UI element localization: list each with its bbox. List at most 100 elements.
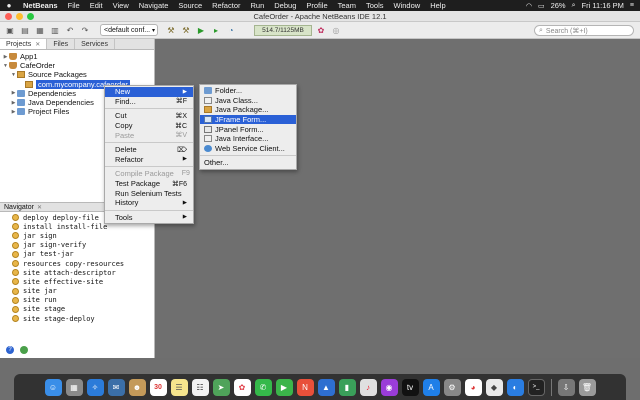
undo-icon[interactable]: ↶	[64, 24, 76, 36]
search-input[interactable]: ⌕ Search (⌘+I)	[534, 25, 634, 36]
launchpad-icon[interactable]: ▦	[65, 378, 83, 396]
maps-icon[interactable]: ➤	[212, 378, 230, 396]
calendar-icon[interactable]: 30	[149, 378, 167, 396]
contacts-icon[interactable]: ☻	[128, 378, 146, 396]
spotlight-icon[interactable]: ⌕	[572, 2, 576, 10]
expand-arrow-icon[interactable]: ▶	[10, 100, 17, 106]
configuration-select[interactable]: <default conf... ▾	[100, 24, 158, 36]
collapse-arrow-icon[interactable]: ▼	[10, 72, 17, 78]
menu-edit[interactable]: Edit	[85, 1, 108, 10]
notes-icon[interactable]: ☰	[170, 378, 188, 396]
menu-item-tools[interactable]: Tools ▶	[105, 213, 193, 223]
keynote-icon[interactable]: ▲	[317, 378, 335, 396]
menu-item-copy[interactable]: Copy ⌘C	[105, 121, 193, 131]
list-item[interactable]: site stage-deploy	[0, 314, 154, 323]
open-project-icon[interactable]: ▦	[34, 24, 46, 36]
menu-item-jframe-form[interactable]: JFrame Form...	[200, 114, 296, 125]
battery-icon[interactable]: ▭	[538, 2, 545, 10]
memory-indicator[interactable]: 514.7/1125MB	[254, 24, 312, 36]
expand-arrow-icon[interactable]: ▶	[10, 90, 17, 96]
menu-item-java-package[interactable]: Java Package...	[200, 105, 296, 115]
menu-item-find[interactable]: Find... ⌘F	[105, 97, 193, 107]
close-icon[interactable]: ✕	[35, 41, 40, 48]
close-window-icon[interactable]	[5, 13, 12, 20]
downloads-icon[interactable]: ⇩	[557, 378, 575, 396]
messages-icon[interactable]: ✆	[254, 378, 272, 396]
close-icon[interactable]: ✕	[37, 204, 42, 211]
list-item[interactable]: jar test-jar	[0, 250, 154, 259]
run-icon[interactable]: ▶	[195, 24, 207, 36]
menu-item-test-package[interactable]: Test Package ⌘F6	[105, 179, 193, 189]
expand-arrow-icon[interactable]: ▶	[10, 109, 17, 115]
menu-item-cut[interactable]: Cut ⌘X	[105, 111, 193, 121]
menu-item-refactor[interactable]: Refactor ▶	[105, 155, 193, 165]
terminal-icon[interactable]: >_	[527, 378, 545, 396]
control-center-icon[interactable]: ≡	[630, 2, 634, 9]
list-item[interactable]: site stage	[0, 305, 154, 314]
menu-item-other[interactable]: Other...	[200, 158, 296, 168]
help-icon[interactable]: ?	[6, 346, 14, 354]
apple-icon[interactable]: ●	[0, 1, 18, 10]
menu-item-folder[interactable]: Folder...	[200, 86, 296, 96]
tab-projects[interactable]: Projects ✕	[0, 39, 48, 49]
menu-window[interactable]: Window	[389, 1, 426, 10]
facetime-icon[interactable]: ▶	[275, 378, 293, 396]
menu-profile[interactable]: Profile	[301, 1, 332, 10]
finder-icon[interactable]: ☺	[44, 378, 62, 396]
list-item[interactable]: jar sign	[0, 231, 154, 240]
gc-icon[interactable]: ✿	[315, 24, 327, 36]
expand-arrow-icon[interactable]: ▶	[2, 54, 9, 60]
tab-services[interactable]: Services	[75, 39, 115, 49]
save-all-icon[interactable]: ▥	[49, 24, 61, 36]
new-project-icon[interactable]: ▣	[4, 24, 16, 36]
profile-ide-icon[interactable]: ◎	[330, 24, 342, 36]
list-item[interactable]: site attach-descriptor	[0, 268, 154, 277]
list-item[interactable]: site jar	[0, 287, 154, 296]
menu-item-web-service-client[interactable]: Web Service Client...	[200, 144, 296, 154]
chrome-icon[interactable]: ◕	[464, 378, 482, 396]
tree-node-source-packages[interactable]: ▼ Source Packages	[0, 70, 154, 79]
trash-icon[interactable]: 🗑	[578, 378, 596, 396]
list-item[interactable]: site run	[0, 296, 154, 305]
tab-files[interactable]: Files	[47, 39, 76, 49]
wifi-icon[interactable]: ◠	[526, 2, 532, 10]
menu-source[interactable]: Source	[173, 1, 207, 10]
list-item[interactable]: resources copy-resources	[0, 259, 154, 268]
podcasts-icon[interactable]: ◉	[380, 378, 398, 396]
music-icon[interactable]: ♪	[359, 378, 377, 396]
numbers-icon[interactable]: ▮	[338, 378, 356, 396]
app-store-icon[interactable]: A	[422, 378, 440, 396]
menu-item-java-interface[interactable]: Java Interface...	[200, 134, 296, 144]
menu-navigate[interactable]: Navigate	[134, 1, 174, 10]
refresh-icon[interactable]	[20, 346, 28, 354]
menu-item-delete[interactable]: Delete ⌦	[105, 145, 193, 155]
app-menu[interactable]: NetBeans	[18, 1, 63, 10]
menu-item-jpanel-form[interactable]: JPanel Form...	[200, 124, 296, 134]
list-item[interactable]: site effective-site	[0, 277, 154, 286]
menu-view[interactable]: View	[108, 1, 134, 10]
menu-tools[interactable]: Tools	[361, 1, 389, 10]
reminders-icon[interactable]: ☷	[191, 378, 209, 396]
news-icon[interactable]: N	[296, 378, 314, 396]
collapse-arrow-icon[interactable]: ▼	[2, 63, 9, 69]
menu-refactor[interactable]: Refactor	[207, 1, 245, 10]
menu-item-java-class[interactable]: Java Class...	[200, 96, 296, 106]
tree-node-cafeorder[interactable]: ▼ CafeOrder	[0, 61, 154, 70]
safari-icon[interactable]: ✧	[86, 378, 104, 396]
tree-node-app1[interactable]: ▶ App1	[0, 52, 154, 61]
menu-item-new[interactable]: New ▶	[105, 87, 193, 97]
menu-item-run-selenium[interactable]: Run Selenium Tests	[105, 188, 193, 198]
minimize-window-icon[interactable]	[16, 13, 23, 20]
system-preferences-icon[interactable]: ⚙	[443, 378, 461, 396]
mail-icon[interactable]: ✉	[107, 378, 125, 396]
menu-team[interactable]: Team	[333, 1, 361, 10]
clean-build-icon[interactable]: ⚒	[180, 24, 192, 36]
menu-file[interactable]: File	[63, 1, 85, 10]
apple-tv-icon[interactable]: tv	[401, 378, 419, 396]
list-item[interactable]: jar sign-verify	[0, 241, 154, 250]
clock[interactable]: Fri 11:16 PM	[582, 1, 624, 10]
redo-icon[interactable]: ↷	[79, 24, 91, 36]
profile-icon[interactable]: ◔	[225, 24, 237, 36]
photos-icon[interactable]: ✿	[233, 378, 251, 396]
edge-icon[interactable]: ◐	[506, 378, 524, 396]
